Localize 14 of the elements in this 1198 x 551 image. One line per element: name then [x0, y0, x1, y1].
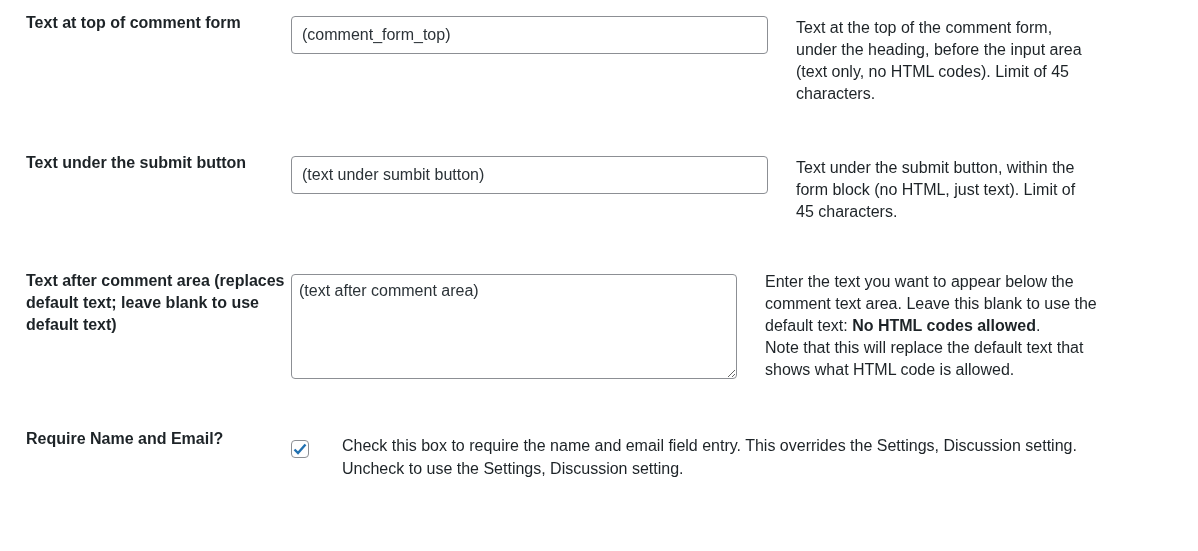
textarea-field[interactable]: (text after comment area): [291, 274, 737, 379]
field-description: Check this box to require the name and email field entry. This overrides the Settings, Discussion setting. Uncheck to use the Settings, Discussion setting.: [342, 436, 1078, 479]
field-description: Note that this will replace the default text that shows what HTML code is allowed.: [765, 338, 1085, 380]
field-description: Text under the submit button, within the form block (no HTML, just text). Limit of 45 characters.: [796, 158, 1077, 222]
field-description: Enter the text you want to appear below the comment text area. Leave this blank to use the default text: No HTML codes allowed.: [765, 272, 1098, 336]
setting-label: Require Name and Email?: [26, 430, 224, 447]
checkmark-icon: [293, 443, 307, 455]
setting-label: Text after comment area (replaces default text; leave blank to use default text): [26, 272, 285, 333]
text-input-field[interactable]: (comment_form_top): [291, 16, 768, 54]
field-description: Text at the top of the comment form, under the heading, before the input area (text only, no HTML codes). Limit of 45 characters.: [796, 18, 1083, 104]
checkbox[interactable]: [291, 440, 309, 458]
text-input-field[interactable]: (text under sumbit button): [291, 156, 768, 194]
setting-label: Text under the submit button: [26, 154, 247, 171]
setting-label: Text at top of comment form: [26, 14, 241, 31]
